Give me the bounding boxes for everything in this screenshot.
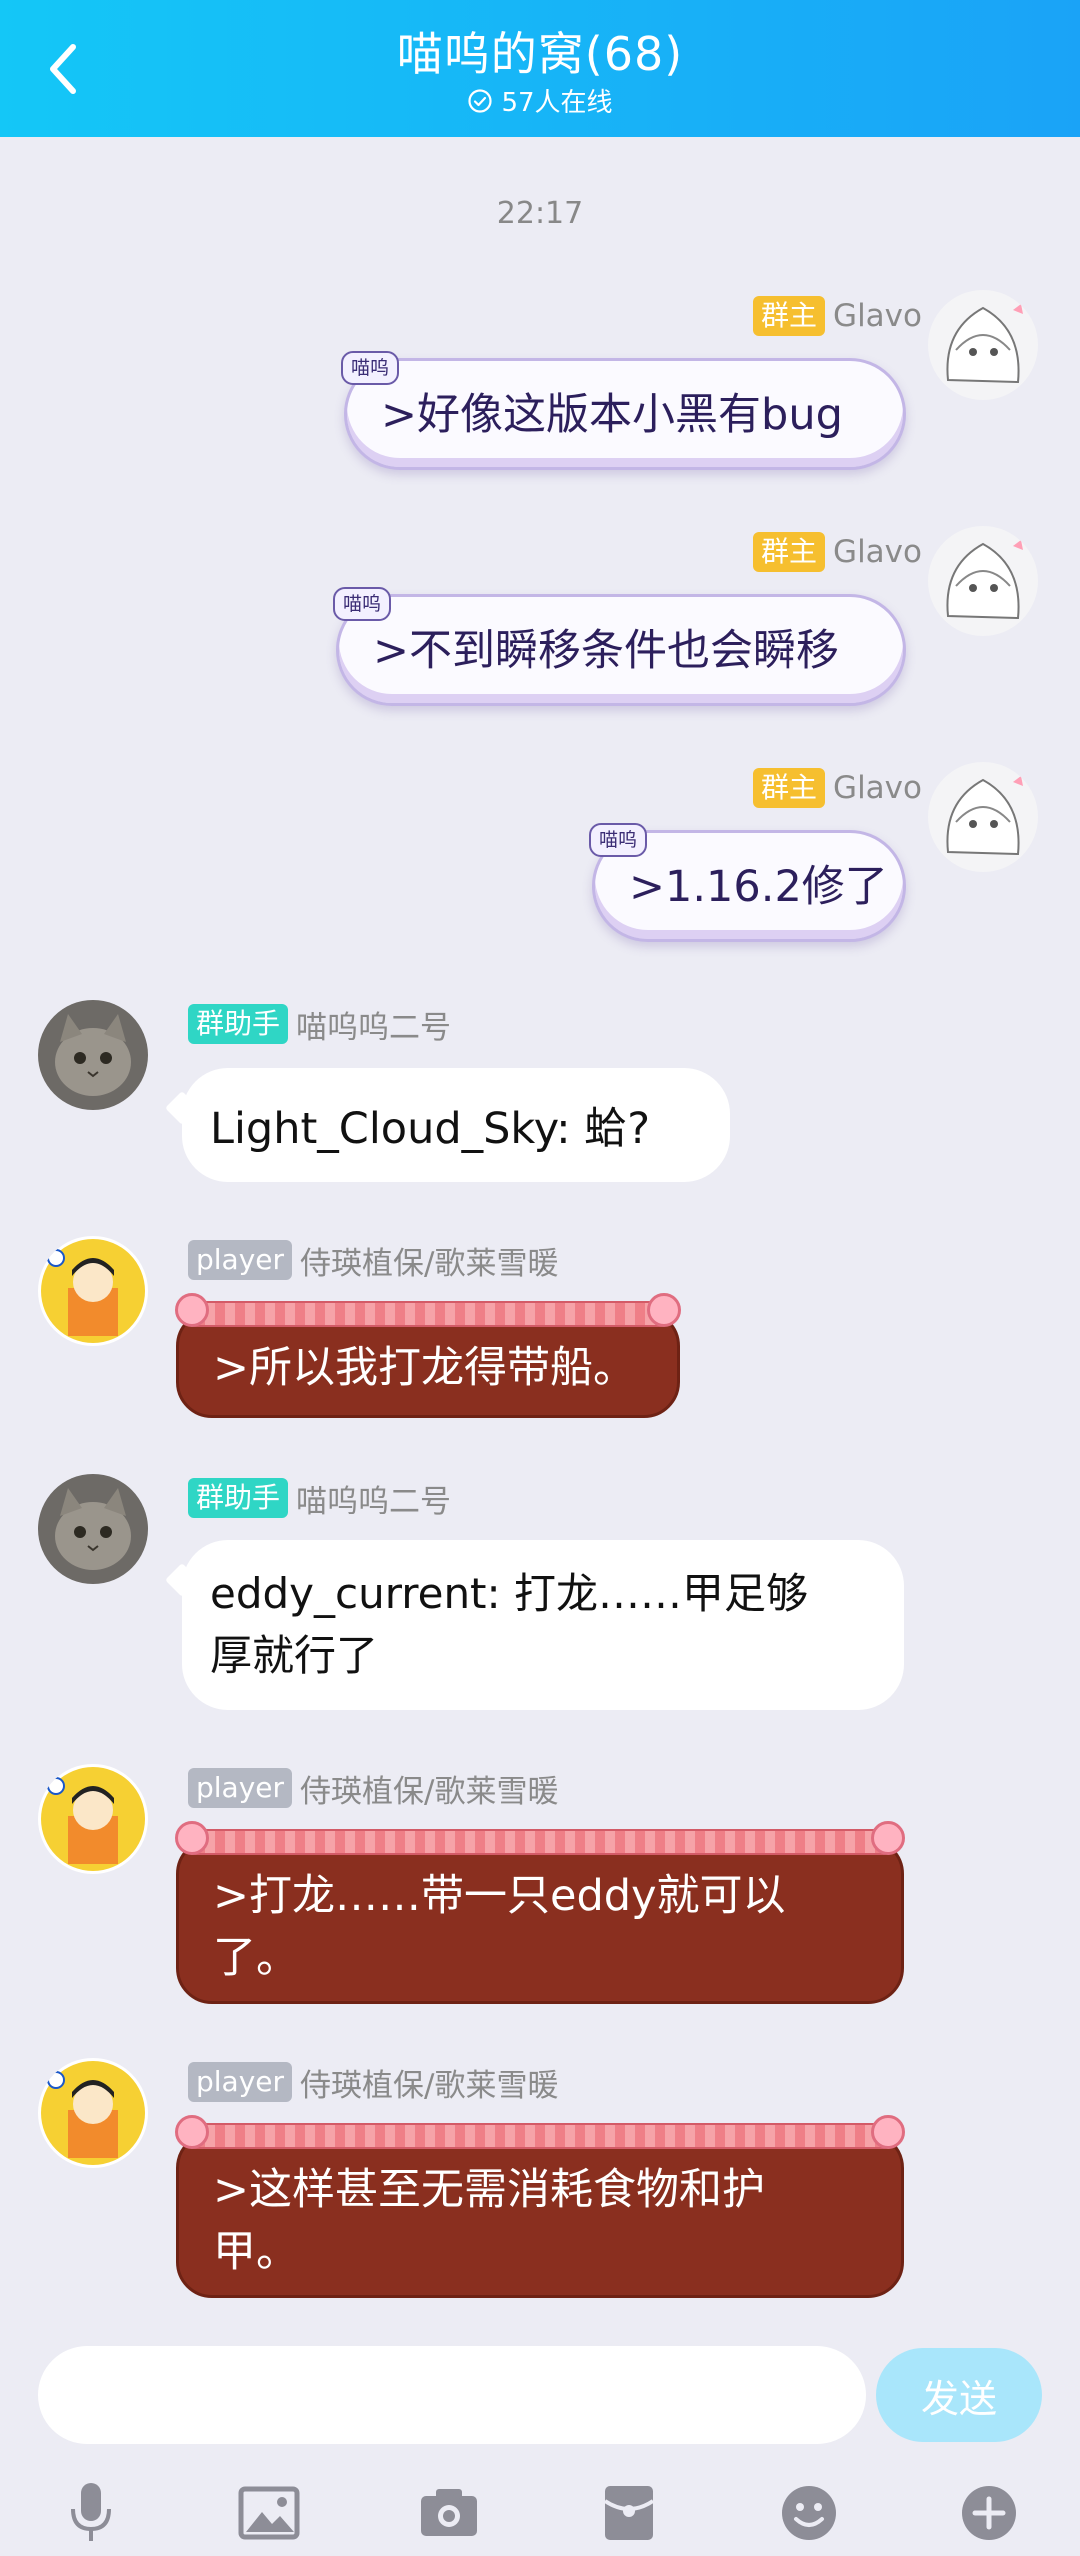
camera-icon (421, 2489, 477, 2536)
role-badge: player (188, 2062, 293, 2102)
bubble-tag: 喵呜 (333, 587, 392, 621)
message-bubble[interactable]: Light_Cloud_Sky: 蛤? (165, 1068, 730, 1182)
bubble-tag: 喵呜 (589, 823, 648, 857)
message-text-line: >打龙……带一只eddy就可以 (213, 1871, 786, 1921)
role-badge: 群助手 (188, 1478, 289, 1518)
message-bubble[interactable]: 喵呜 >不到瞬移条件也会瞬移 (333, 587, 906, 706)
message-bubble[interactable]: >这样甚至无需消耗食物和护 甲。 (175, 2115, 905, 2298)
message-bubble[interactable]: 喵呜 >1.16.2修了 (589, 823, 906, 942)
role-badge: 群主 (753, 532, 826, 572)
group-title[interactable]: 喵呜的窝(68) (0, 18, 1080, 84)
message-meta: player 侍瑛植保/歌莱雪暖 (188, 1766, 558, 1810)
avatar[interactable] (38, 1000, 148, 1110)
sender-name: 侍瑛植保/歌莱雪暖 (300, 1773, 559, 1810)
voice-button[interactable] (58, 2480, 124, 2546)
message-text-line: eddy_current: 打龙……甲足够 (210, 1569, 809, 1618)
toolbar (0, 2468, 1080, 2554)
message-text-line: 了。 (213, 1933, 299, 1983)
cartoon-avatar-icon (38, 2058, 148, 2168)
cat-avatar-icon (38, 1000, 148, 1110)
sender-name: 侍瑛植保/歌莱雪暖 (300, 2067, 559, 2104)
avatar[interactable] (928, 290, 1038, 400)
message-meta: 群助手 喵呜呜二号 (188, 1002, 451, 1046)
sender-name: 喵呜呜二号 (296, 1483, 452, 1520)
timestamp: 22:17 (496, 196, 584, 231)
sender-name: Glavo (833, 770, 922, 806)
avatar[interactable] (928, 762, 1038, 872)
message-text: >所以我打龙得带船。 (213, 1343, 637, 1393)
cartoon-avatar-icon (38, 1236, 148, 1346)
sender-name: Glavo (833, 534, 922, 570)
message-meta: 群助手 喵呜呜二号 (188, 1476, 451, 1520)
message-bubble[interactable]: 喵呜 >好像这版本小黑有bug (341, 351, 906, 470)
avatar[interactable] (38, 1764, 148, 1874)
avatar[interactable] (38, 2058, 148, 2168)
red-packet-button[interactable] (596, 2480, 662, 2546)
send-button[interactable]: 发送 (876, 2348, 1042, 2442)
sender-name: Glavo (833, 298, 922, 334)
chat-header: 喵呜的窝(68) 57人在线 (0, 0, 1080, 137)
input-bar: 发送 (0, 2318, 1080, 2556)
message-text-line: 厚就行了 (210, 1631, 379, 1680)
plus-icon (962, 2486, 1016, 2540)
emoji-icon (782, 2486, 836, 2540)
online-count[interactable]: 57人在线 (0, 82, 1080, 119)
message-text: >1.16.2修了 (629, 862, 888, 912)
bubble-tag: 喵呜 (341, 351, 400, 385)
role-badge: 群主 (753, 296, 826, 336)
message-meta: player 侍瑛植保/歌莱雪暖 (188, 2060, 558, 2104)
message-meta: 群主 Glavo (753, 530, 922, 574)
message-meta: player 侍瑛植保/歌莱雪暖 (188, 1238, 558, 1282)
anime-girl-avatar-icon (928, 526, 1038, 636)
sender-name: 喵呜呜二号 (296, 1009, 452, 1046)
avatar[interactable] (928, 526, 1038, 636)
cat-avatar-icon (38, 1474, 148, 1584)
message-input[interactable] (38, 2346, 866, 2444)
red-packet-icon (603, 2486, 655, 2540)
online-count-label: 57人在线 (501, 88, 613, 118)
image-icon (238, 2486, 300, 2540)
message-bubble[interactable]: >打龙……带一只eddy就可以 了。 (175, 1821, 905, 2004)
message-text-line: >这样甚至无需消耗食物和护 (213, 2165, 766, 2215)
message-meta: 群主 Glavo (753, 294, 922, 338)
avatar[interactable] (38, 1474, 148, 1584)
message-bubble[interactable]: eddy_current: 打龙……甲足够 厚就行了 (165, 1540, 904, 1710)
message-text-line: 甲。 (213, 2227, 299, 2277)
cartoon-avatar-icon (38, 1764, 148, 1874)
message-bubble[interactable]: >所以我打龙得带船。 (175, 1293, 681, 1418)
avatar[interactable] (38, 1236, 148, 1346)
anime-girl-avatar-icon (928, 290, 1038, 400)
more-button[interactable] (956, 2480, 1022, 2546)
emoji-button[interactable] (776, 2480, 842, 2546)
message-text: >不到瞬移条件也会瞬移 (373, 626, 840, 676)
message-text: >好像这版本小黑有bug (381, 390, 843, 440)
sender-name: 侍瑛植保/歌莱雪暖 (300, 1245, 559, 1282)
image-button[interactable] (236, 2480, 302, 2546)
camera-button[interactable] (416, 2480, 482, 2546)
role-badge: player (188, 1240, 293, 1280)
role-badge: 群助手 (188, 1004, 289, 1044)
check-circle-icon (468, 88, 493, 113)
message-text: Light_Cloud_Sky: 蛤? (210, 1104, 651, 1154)
message-meta: 群主 Glavo (753, 766, 922, 810)
microphone-icon (71, 2483, 111, 2541)
role-badge: 群主 (753, 768, 826, 808)
role-badge: player (188, 1768, 293, 1808)
anime-girl-avatar-icon (928, 762, 1038, 872)
